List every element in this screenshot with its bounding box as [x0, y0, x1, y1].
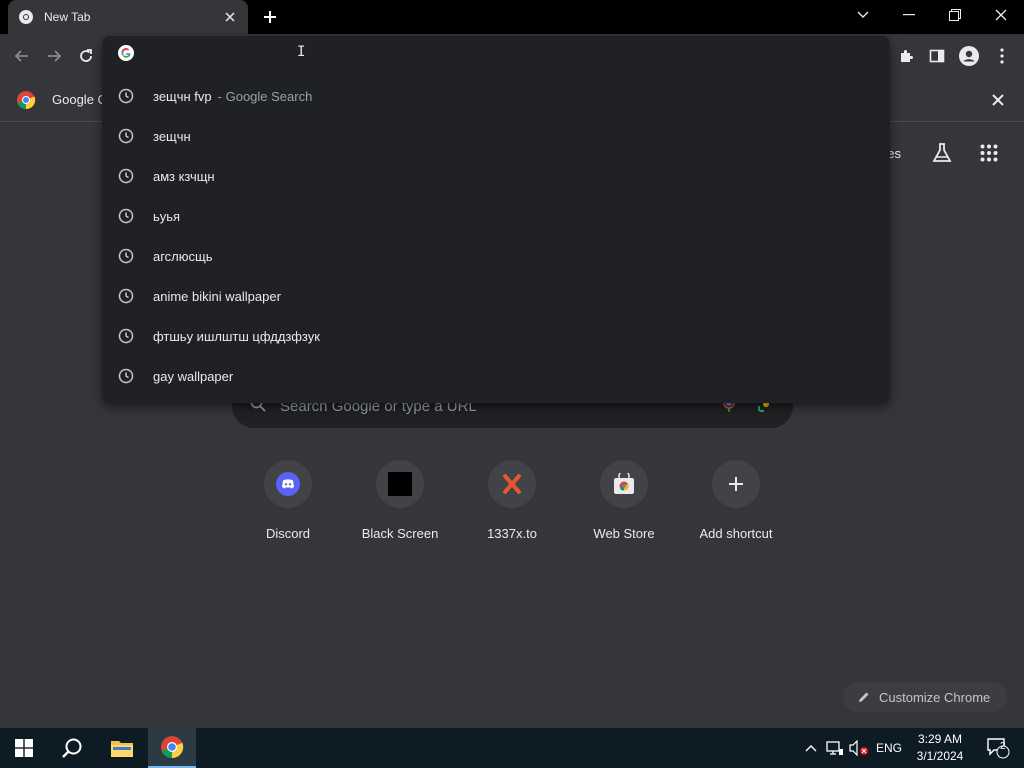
suggestion-text: anime bikini wallpaper: [153, 288, 281, 304]
chrome-icon: [18, 9, 34, 25]
suggestion-item[interactable]: агслюсщь: [102, 236, 890, 276]
history-clock-icon: [118, 328, 134, 344]
info-bar-text: Google C: [52, 92, 107, 107]
shortcut-label: Web Store: [593, 526, 655, 541]
shortcut-label: Add shortcut: [699, 526, 773, 541]
history-clock-icon: [118, 248, 134, 264]
omnibox-row: I: [102, 36, 890, 74]
shortcut-add[interactable]: Add shortcut: [680, 460, 792, 541]
close-window-icon[interactable]: [978, 0, 1024, 30]
tab-search-icon[interactable]: [840, 0, 886, 30]
suggestion-item[interactable]: зещчн fvp - Google Search: [102, 76, 890, 116]
suggestion-item[interactable]: фтшьу ишлштш цфддзфзук: [102, 316, 890, 356]
close-infobar-icon[interactable]: [992, 93, 1004, 111]
history-clock-icon: [118, 88, 134, 104]
file-explorer-icon[interactable]: [98, 728, 146, 768]
taskbar-search-icon[interactable]: [48, 728, 96, 768]
suggestion-text: зещчн: [153, 128, 191, 144]
clock-time: 3:29 AM: [917, 732, 963, 746]
x-logo-icon: [488, 460, 536, 508]
customize-chrome-button[interactable]: Customize Chrome: [843, 682, 1007, 712]
suggestion-item[interactable]: anime bikini wallpaper: [102, 276, 890, 316]
taskbar-clock[interactable]: 3:29 AM 3/1/2024: [910, 731, 970, 765]
suggestion-list: зещчн fvp - Google Search зещчн амз кзчщ…: [102, 76, 890, 396]
shortcut-1337x[interactable]: 1337x.to: [456, 460, 568, 541]
text-cursor-icon: I: [297, 44, 306, 60]
plus-icon: [712, 460, 760, 508]
history-clock-icon: [118, 168, 134, 184]
shortcut-label: Discord: [265, 526, 311, 541]
minimize-icon[interactable]: [886, 0, 932, 30]
side-panel-icon[interactable]: [925, 44, 949, 68]
volume-muted-icon[interactable]: [846, 728, 872, 768]
restore-icon[interactable]: [932, 0, 978, 30]
suggestion-item[interactable]: амз кзчщн: [102, 156, 890, 196]
close-tab-icon[interactable]: [222, 9, 238, 25]
tray-chevron-up-icon[interactable]: [797, 728, 825, 768]
suggestion-item[interactable]: gay wallpaper: [102, 356, 890, 396]
back-icon[interactable]: [10, 44, 34, 68]
shortcut-black-screen[interactable]: Black Screen: [344, 460, 456, 541]
shortcuts-grid: Discord Black Screen 1337x.to Web Store …: [232, 460, 792, 550]
language-indicator[interactable]: ENG: [876, 728, 902, 768]
suggestion-text: агслюсщь: [153, 248, 213, 264]
chrome-logo-icon: [16, 90, 36, 115]
web-store-icon: [600, 460, 648, 508]
new-tab-button[interactable]: [258, 6, 282, 28]
profile-avatar-icon[interactable]: [957, 44, 981, 68]
suggestion-item[interactable]: зещчн: [102, 116, 890, 156]
notifications-icon[interactable]: 2: [978, 728, 1018, 768]
history-clock-icon: [118, 208, 134, 224]
suggestion-text: амз кзчщн: [153, 168, 215, 184]
network-icon[interactable]: [822, 728, 848, 768]
pencil-icon: [857, 690, 871, 704]
extensions-icon[interactable]: [894, 44, 918, 68]
suggestion-suffix: - Google Search: [217, 88, 313, 104]
google-g-icon: [118, 44, 134, 66]
shortcut-discord[interactable]: Discord: [232, 460, 344, 541]
suggestion-item[interactable]: ьуья: [102, 196, 890, 236]
suggestion-text: gay wallpaper: [153, 368, 234, 384]
apps-grid-icon[interactable]: [980, 144, 998, 167]
suggestion-text: ьуья: [153, 208, 181, 224]
customize-chrome-label: Customize Chrome: [879, 689, 991, 705]
tab-title: New Tab: [44, 10, 91, 24]
chrome-taskbar-icon[interactable]: [148, 728, 196, 768]
shortcut-web-store[interactable]: Web Store: [568, 460, 680, 541]
notification-count: 2: [1000, 741, 1006, 752]
windows-start-icon[interactable]: [0, 728, 48, 768]
suggestion-text: зещчн fvp: [153, 88, 212, 104]
labs-flask-icon[interactable]: [931, 142, 953, 169]
black-square-icon: [376, 460, 424, 508]
shortcut-label: 1337x.to: [487, 526, 537, 541]
tab-new-tab[interactable]: New Tab: [8, 0, 248, 34]
history-clock-icon: [118, 288, 134, 304]
history-clock-icon: [118, 368, 134, 384]
suggestion-text: фтшьу ишлштш цфддзфзук: [153, 328, 320, 344]
history-clock-icon: [118, 128, 134, 144]
shortcut-label: Black Screen: [361, 526, 439, 541]
windows-taskbar: ENG 3:29 AM 3/1/2024 2: [0, 728, 1024, 768]
omnibox-input[interactable]: [152, 47, 852, 63]
omnibox-dropdown: I зещчн fvp - Google Search зещчн амз кз…: [102, 36, 890, 403]
reload-icon[interactable]: [74, 44, 98, 68]
discord-icon: [264, 460, 312, 508]
title-bar: New Tab: [0, 0, 1024, 34]
clock-date: 3/1/2024: [916, 749, 964, 763]
forward-icon[interactable]: [42, 44, 66, 68]
menu-dots-icon[interactable]: [990, 44, 1014, 68]
